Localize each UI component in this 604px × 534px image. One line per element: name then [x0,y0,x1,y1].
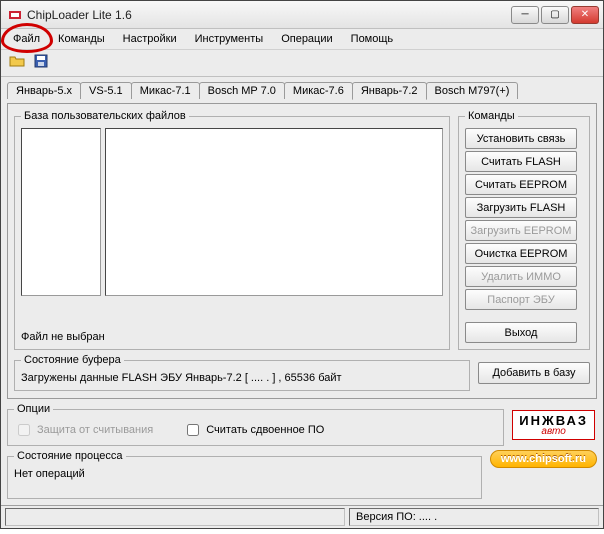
menu-commands[interactable]: Команды [50,31,113,47]
menubar: Файл Команды Настройки Инструменты Опера… [1,29,603,50]
commands-legend: Команды [465,110,518,122]
opt-read-protect: Защита от считывания [14,421,153,439]
cmd-load-eeprom: Загрузить EEPROM [465,220,577,241]
tab-mikas76[interactable]: Микас-7.6 [284,82,353,99]
main-window: ChipLoader Lite 1.6 ─ ▢ ✕ Файл Команды Н… [0,0,604,529]
userfiles-group: База пользовательских файлов Файл не выб… [14,110,450,350]
process-legend: Состояние процесса [14,450,126,462]
brand-logo-sub: авто [541,426,565,437]
toolbar [1,50,603,77]
cmd-load-flash[interactable]: Загрузить FLASH [465,197,577,218]
menu-settings[interactable]: Настройки [115,31,185,47]
options-legend: Опции [14,403,53,415]
buffer-legend: Состояние буфера [21,354,124,366]
buffer-row: Состояние буфера Загружены данные FLASH … [14,354,590,391]
tab-boschmp70[interactable]: Bosch MP 7.0 [199,82,285,99]
minimize-button[interactable]: ─ [511,6,539,24]
window-title: ChipLoader Lite 1.6 [27,8,507,22]
titlebar: ChipLoader Lite 1.6 ─ ▢ ✕ [1,1,603,29]
save-button[interactable] [31,52,51,72]
statusbar: Версия ПО: .... . [1,505,603,528]
url-block: www.chipsoft.ru [490,450,597,468]
menu-operations[interactable]: Операции [273,31,340,47]
process-group: Состояние процесса Нет операций [7,450,482,499]
app-icon [7,7,23,23]
cmd-ecu-passport: Паспорт ЭБУ [465,289,577,310]
ecu-tabs: Январь-5.x VS-5.1 Микас-7.1 Bosch MP 7.0… [7,81,597,99]
maximize-button[interactable]: ▢ [541,6,569,24]
process-text: Нет операций [14,468,475,480]
tab-boschm797[interactable]: Bosch M797(+) [426,82,519,99]
buffer-text: Загружены данные FLASH ЭБУ Январь-7.2 [ … [21,372,463,384]
menu-help[interactable]: Помощь [343,31,402,47]
tab-panel: База пользовательских файлов Файл не выб… [7,103,597,399]
userfiles-list-left[interactable] [21,128,101,296]
tab-yanvar72[interactable]: Январь-7.2 [352,82,427,100]
status-pane-version: Версия ПО: .... . [349,508,599,526]
userfiles-list-right[interactable] [105,128,443,296]
add-to-db-button[interactable]: Добавить в базу [478,362,590,384]
opt-dual-firmware[interactable]: Считать сдвоенное ПО [183,421,324,439]
menu-file[interactable]: Файл [5,31,48,47]
cmd-connect[interactable]: Установить связь [465,128,577,149]
tab-mikas71[interactable]: Микас-7.1 [131,82,200,99]
process-row: Состояние процесса Нет операций www.chip… [7,450,597,499]
website-link[interactable]: www.chipsoft.ru [490,450,597,468]
save-icon [33,53,49,72]
file-status-label: Файл не выбран [21,331,443,343]
brand-logo: ИНЖВАЗ авто [512,410,595,440]
cmd-exit[interactable]: Выход [465,322,577,343]
options-group: Опции Защита от считывания Считать сдвое… [7,403,504,446]
tab-yanvar5x[interactable]: Январь-5.x [7,82,81,99]
userfiles-legend: База пользовательских файлов [21,110,189,122]
cmd-erase-eeprom[interactable]: Очистка EEPROM [465,243,577,264]
options-row: Опции Защита от считывания Считать сдвое… [7,403,597,446]
cmd-remove-immo: Удалить ИММО [465,266,577,287]
cmd-read-flash[interactable]: Считать FLASH [465,151,577,172]
close-button[interactable]: ✕ [571,6,599,24]
status-pane-left [5,508,345,526]
commands-group: Команды Установить связь Считать FLASH С… [458,110,590,350]
client-area: Январь-5.x VS-5.1 Микас-7.1 Bosch MP 7.0… [1,77,603,505]
menu-tools[interactable]: Инструменты [187,31,272,47]
opt-read-protect-checkbox [18,424,30,436]
window-controls: ─ ▢ ✕ [511,6,599,24]
buffer-group: Состояние буфера Загружены данные FLASH … [14,354,470,391]
top-area: База пользовательских файлов Файл не выб… [14,110,590,350]
opt-dual-firmware-checkbox[interactable] [187,424,199,436]
cmd-read-eeprom[interactable]: Считать EEPROM [465,174,577,195]
open-button[interactable] [7,52,27,72]
opt-read-protect-label: Защита от считывания [37,424,153,436]
folder-open-icon [9,53,25,72]
tab-vs51[interactable]: VS-5.1 [80,82,132,99]
opt-dual-firmware-label: Считать сдвоенное ПО [206,424,324,436]
